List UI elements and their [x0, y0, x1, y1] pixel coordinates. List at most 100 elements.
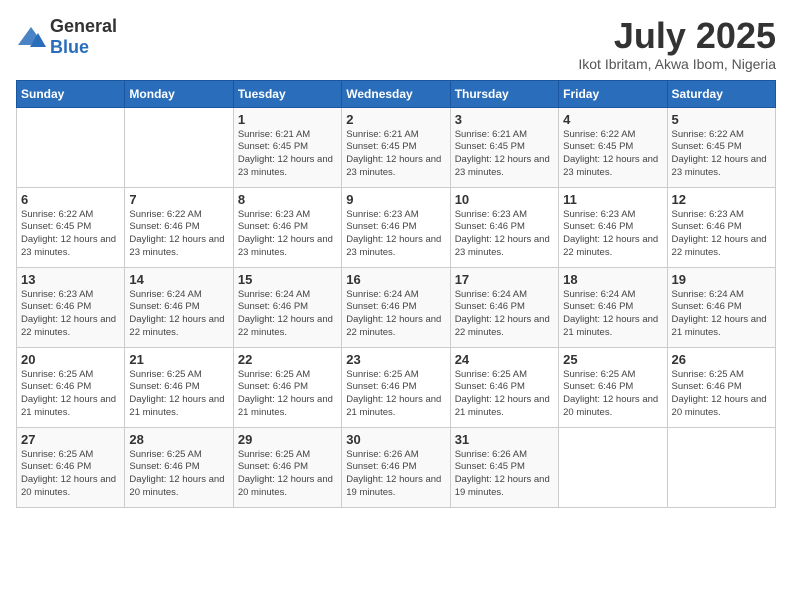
calendar-cell: 25Sunrise: 6:25 AM Sunset: 6:46 PM Dayli…	[559, 347, 667, 427]
day-header-monday: Monday	[125, 80, 233, 107]
day-number: 18	[563, 272, 662, 287]
calendar-cell: 7Sunrise: 6:22 AM Sunset: 6:46 PM Daylig…	[125, 187, 233, 267]
calendar-cell: 31 Sunrise: 6:26 AM Sunset: 6:45 PM Dayli…	[450, 427, 558, 507]
day-number: 5	[672, 112, 771, 127]
day-detail: Sunrise: 6:26 AM Sunset: 6:46 PM Dayligh…	[346, 449, 445, 500]
day-detail: Sunrise: 6:25 AM Sunset: 6:46 PM Dayligh…	[21, 449, 120, 500]
calendar-cell: 23 Sunrise: 6:25 AM Sunset: 6:46 PM Dayli…	[342, 347, 450, 427]
day-detail: Sunrise: 6:22 AM Sunset: 6:45 PM Dayligh…	[21, 209, 120, 260]
logo-icon	[16, 25, 46, 49]
logo-general: General	[50, 16, 117, 36]
day-number: 16	[346, 272, 445, 287]
location-title: Ikot Ibritam, Akwa Ibom, Nigeria	[578, 56, 776, 72]
day-detail: Sunrise: 6:23 AM Sunset: 6:46 PM Dayligh…	[346, 209, 445, 260]
day-number: 27	[21, 432, 120, 447]
day-detail: Sunrise: 6:25 AM Sunset: 6:46 PM Dayligh…	[21, 369, 120, 420]
day-detail: Sunrise: 6:24 AM Sunset: 6:46 PM Dayligh…	[455, 289, 554, 340]
day-detail: Sunrise: 6:23 AM Sunset: 6:46 PM Dayligh…	[21, 289, 120, 340]
day-number: 3	[455, 112, 554, 127]
day-header-sunday: Sunday	[17, 80, 125, 107]
day-number: 17	[455, 272, 554, 287]
day-header-tuesday: Tuesday	[233, 80, 341, 107]
calendar-cell	[125, 107, 233, 187]
day-detail: Sunrise: 6:25 AM Sunset: 6:46 PM Dayligh…	[346, 369, 445, 420]
calendar-cell: 10Sunrise: 6:23 AM Sunset: 6:46 PM Dayli…	[450, 187, 558, 267]
calendar-cell: 26 Sunrise: 6:25 AM Sunset: 6:46 PM Dayli…	[667, 347, 775, 427]
day-number: 26	[672, 352, 771, 367]
day-number: 9	[346, 192, 445, 207]
calendar-week-row: 1Sunrise: 6:21 AM Sunset: 6:45 PM Daylig…	[17, 107, 776, 187]
calendar-cell: 3 Sunrise: 6:21 AM Sunset: 6:45 PM Daylig…	[450, 107, 558, 187]
day-detail: Sunrise: 6:24 AM Sunset: 6:46 PM Dayligh…	[672, 289, 771, 340]
calendar-cell: 18 Sunrise: 6:24 AM Sunset: 6:46 PM Dayli…	[559, 267, 667, 347]
day-number: 2	[346, 112, 445, 127]
calendar-cell: 16 Sunrise: 6:24 AM Sunset: 6:46 PM Dayli…	[342, 267, 450, 347]
calendar-cell: 2 Sunrise: 6:21 AM Sunset: 6:45 PM Daylig…	[342, 107, 450, 187]
calendar-cell	[17, 107, 125, 187]
day-detail: Sunrise: 6:22 AM Sunset: 6:45 PM Dayligh…	[672, 129, 771, 180]
day-header-friday: Friday	[559, 80, 667, 107]
day-detail: Sunrise: 6:25 AM Sunset: 6:46 PM Dayligh…	[238, 369, 337, 420]
day-number: 22	[238, 352, 337, 367]
day-number: 13	[21, 272, 120, 287]
day-detail: Sunrise: 6:24 AM Sunset: 6:46 PM Dayligh…	[346, 289, 445, 340]
calendar-cell: 17 Sunrise: 6:24 AM Sunset: 6:46 PM Dayli…	[450, 267, 558, 347]
day-number: 23	[346, 352, 445, 367]
calendar-cell: 30Sunrise: 6:26 AM Sunset: 6:46 PM Dayli…	[342, 427, 450, 507]
day-number: 12	[672, 192, 771, 207]
day-number: 31	[455, 432, 554, 447]
calendar-cell: 11 Sunrise: 6:23 AM Sunset: 6:46 PM Dayli…	[559, 187, 667, 267]
day-number: 7	[129, 192, 228, 207]
day-header-wednesday: Wednesday	[342, 80, 450, 107]
day-detail: Sunrise: 6:23 AM Sunset: 6:46 PM Dayligh…	[238, 209, 337, 260]
day-number: 11	[563, 192, 662, 207]
day-detail: Sunrise: 6:21 AM Sunset: 6:45 PM Dayligh…	[346, 129, 445, 180]
day-detail: Sunrise: 6:25 AM Sunset: 6:46 PM Dayligh…	[672, 369, 771, 420]
calendar-cell: 14Sunrise: 6:24 AM Sunset: 6:46 PM Dayli…	[125, 267, 233, 347]
day-number: 29	[238, 432, 337, 447]
day-detail: Sunrise: 6:23 AM Sunset: 6:46 PM Dayligh…	[563, 209, 662, 260]
day-number: 20	[21, 352, 120, 367]
calendar-week-row: 13 Sunrise: 6:23 AM Sunset: 6:46 PM Dayli…	[17, 267, 776, 347]
calendar-table: SundayMondayTuesdayWednesdayThursdayFrid…	[16, 80, 776, 508]
calendar-cell: 27 Sunrise: 6:25 AM Sunset: 6:46 PM Dayli…	[17, 427, 125, 507]
day-detail: Sunrise: 6:21 AM Sunset: 6:45 PM Dayligh…	[455, 129, 554, 180]
day-number: 19	[672, 272, 771, 287]
day-detail: Sunrise: 6:25 AM Sunset: 6:46 PM Dayligh…	[238, 449, 337, 500]
day-detail: Sunrise: 6:24 AM Sunset: 6:46 PM Dayligh…	[563, 289, 662, 340]
day-number: 15	[238, 272, 337, 287]
day-number: 8	[238, 192, 337, 207]
calendar-header-row: SundayMondayTuesdayWednesdayThursdayFrid…	[17, 80, 776, 107]
calendar-cell: 9 Sunrise: 6:23 AM Sunset: 6:46 PM Daylig…	[342, 187, 450, 267]
month-title: July 2025	[578, 16, 776, 56]
title-block: July 2025 Ikot Ibritam, Akwa Ibom, Niger…	[578, 16, 776, 72]
day-header-saturday: Saturday	[667, 80, 775, 107]
day-number: 4	[563, 112, 662, 127]
day-detail: Sunrise: 6:24 AM Sunset: 6:46 PM Dayligh…	[129, 289, 228, 340]
calendar-cell: 1Sunrise: 6:21 AM Sunset: 6:45 PM Daylig…	[233, 107, 341, 187]
calendar-cell: 20 Sunrise: 6:25 AM Sunset: 6:46 PM Dayli…	[17, 347, 125, 427]
day-detail: Sunrise: 6:25 AM Sunset: 6:46 PM Dayligh…	[129, 449, 228, 500]
logo: General Blue	[16, 16, 117, 58]
calendar-cell	[559, 427, 667, 507]
calendar-cell: 15Sunrise: 6:24 AM Sunset: 6:46 PM Dayli…	[233, 267, 341, 347]
day-number: 6	[21, 192, 120, 207]
calendar-week-row: 20 Sunrise: 6:25 AM Sunset: 6:46 PM Dayli…	[17, 347, 776, 427]
day-detail: Sunrise: 6:25 AM Sunset: 6:46 PM Dayligh…	[563, 369, 662, 420]
calendar-cell: 4 Sunrise: 6:22 AM Sunset: 6:45 PM Daylig…	[559, 107, 667, 187]
calendar-cell: 12 Sunrise: 6:23 AM Sunset: 6:46 PM Dayli…	[667, 187, 775, 267]
calendar-cell	[667, 427, 775, 507]
calendar-cell: 29 Sunrise: 6:25 AM Sunset: 6:46 PM Dayli…	[233, 427, 341, 507]
day-detail: Sunrise: 6:22 AM Sunset: 6:45 PM Dayligh…	[563, 129, 662, 180]
calendar-cell: 22 Sunrise: 6:25 AM Sunset: 6:46 PM Dayli…	[233, 347, 341, 427]
day-detail: Sunrise: 6:21 AM Sunset: 6:45 PM Dayligh…	[238, 129, 337, 180]
day-header-thursday: Thursday	[450, 80, 558, 107]
day-detail: Sunrise: 6:23 AM Sunset: 6:46 PM Dayligh…	[672, 209, 771, 260]
page-header: General Blue July 2025 Ikot Ibritam, Akw…	[16, 16, 776, 72]
day-detail: Sunrise: 6:26 AM Sunset: 6:45 PM Dayligh…	[455, 449, 554, 500]
calendar-cell: 5 Sunrise: 6:22 AM Sunset: 6:45 PM Daylig…	[667, 107, 775, 187]
day-number: 21	[129, 352, 228, 367]
calendar-cell: 28Sunrise: 6:25 AM Sunset: 6:46 PM Dayli…	[125, 427, 233, 507]
calendar-week-row: 6 Sunrise: 6:22 AM Sunset: 6:45 PM Daylig…	[17, 187, 776, 267]
calendar-cell: 24Sunrise: 6:25 AM Sunset: 6:46 PM Dayli…	[450, 347, 558, 427]
